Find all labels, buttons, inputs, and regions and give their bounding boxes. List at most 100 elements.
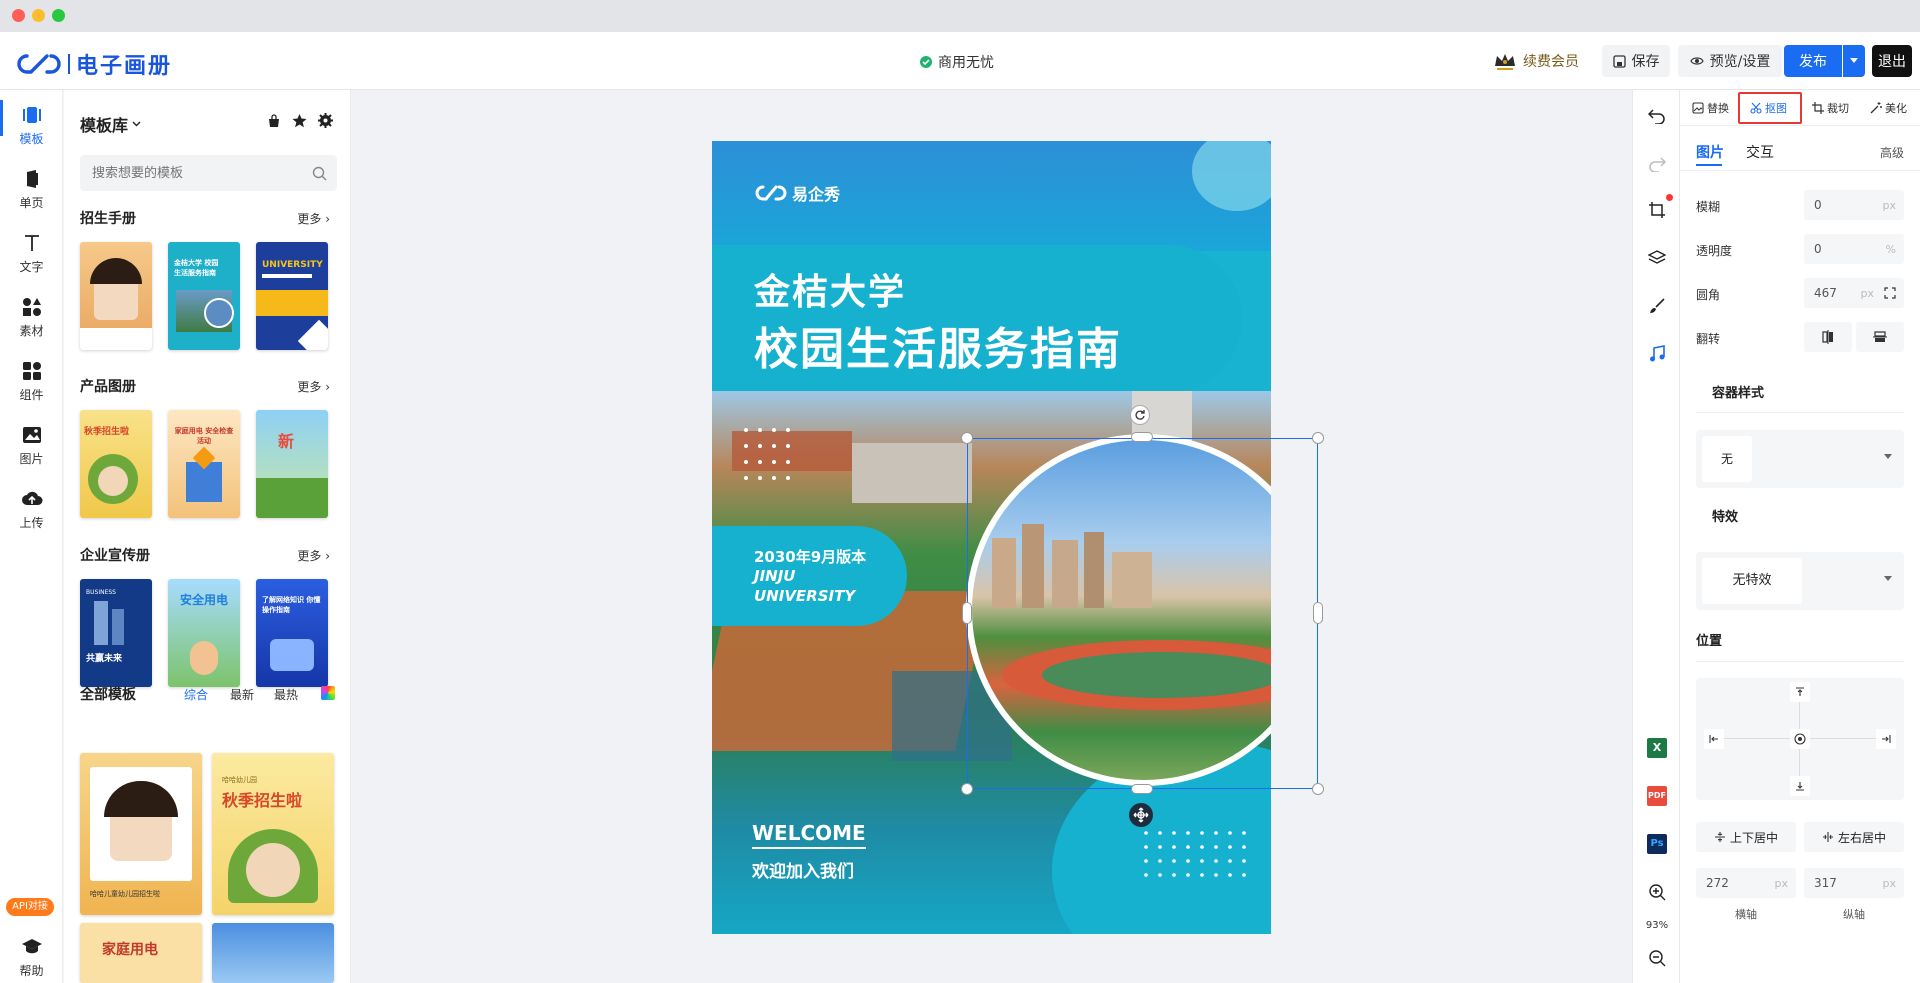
tab-interaction[interactable]: 交互: [1746, 142, 1774, 162]
nav-item-upload[interactable]: 上传: [0, 488, 63, 531]
align-top-button[interactable]: [1790, 682, 1810, 702]
nav-item-text[interactable]: 文字: [0, 232, 63, 275]
blur-input[interactable]: 0 px: [1804, 190, 1904, 220]
template-thumb[interactable]: 家庭用电 安全检查活动: [168, 410, 240, 518]
align-center-button[interactable]: [1790, 729, 1810, 749]
more-link[interactable]: 更多 ›: [297, 378, 330, 395]
pdf-button[interactable]: PDF: [1645, 784, 1669, 808]
resize-handle-br[interactable]: [1312, 783, 1324, 795]
resize-handle-top[interactable]: [1131, 432, 1153, 442]
poster-title-line1[interactable]: 金桔大学: [754, 263, 906, 315]
resize-handle-bl[interactable]: [961, 783, 973, 795]
more-link[interactable]: 更多 ›: [297, 547, 330, 564]
renew-member-button[interactable]: 续费会员: [1486, 45, 1586, 77]
x-position-input[interactable]: 272 px: [1696, 868, 1796, 898]
resize-handle-left[interactable]: [962, 602, 972, 624]
more-link[interactable]: 更多 ›: [297, 210, 330, 227]
crop-canvas-button[interactable]: [1645, 198, 1669, 222]
publish-button[interactable]: 发布: [1784, 45, 1842, 77]
redo-button[interactable]: [1645, 152, 1669, 176]
zoom-in-button[interactable]: [1645, 880, 1669, 904]
minimize-window-button[interactable]: [32, 9, 45, 22]
nav-item-material[interactable]: 素材: [0, 296, 63, 339]
nav-item-template[interactable]: 模板: [0, 104, 63, 147]
template-thumb[interactable]: BUSINESS 共赢未来: [80, 579, 152, 687]
template-thumb[interactable]: 秋季招生啦: [80, 410, 152, 518]
flip-horizontal-button[interactable]: [1804, 322, 1852, 352]
expand-icon[interactable]: [1884, 287, 1896, 299]
color-filter-icon[interactable]: [321, 686, 335, 700]
align-bottom-button[interactable]: [1790, 776, 1810, 796]
save-button[interactable]: 保存: [1602, 45, 1670, 77]
nav-item-page[interactable]: 单页: [0, 168, 63, 211]
api-badge[interactable]: API对接: [6, 898, 54, 916]
welcome-text[interactable]: WELCOME: [752, 821, 866, 849]
edition-text[interactable]: 2030年9月版本: [754, 546, 866, 567]
search-input[interactable]: [80, 155, 300, 191]
cutout-button[interactable]: 抠图: [1750, 100, 1787, 116]
poster-title-line2[interactable]: 校园生活服务指南: [754, 313, 1122, 377]
align-right-button[interactable]: [1876, 729, 1896, 749]
bag-icon[interactable]: [267, 114, 281, 128]
maximize-window-button[interactable]: [52, 9, 65, 22]
publish-dropdown-button[interactable]: [1843, 45, 1865, 77]
template-search[interactable]: [80, 155, 337, 191]
template-thumb-large[interactable]: 哈哈幼儿园 秋季招生啦: [212, 753, 334, 915]
template-thumb[interactable]: 新: [256, 410, 328, 518]
zoom-out-button[interactable]: [1645, 946, 1669, 970]
align-left-button[interactable]: [1704, 729, 1724, 749]
resize-handle-right[interactable]: [1313, 602, 1323, 624]
close-window-button[interactable]: [12, 9, 25, 22]
nav-item-help[interactable]: 帮助: [0, 936, 63, 979]
advanced-link[interactable]: 高级: [1880, 144, 1904, 161]
container-style-select[interactable]: 无: [1696, 430, 1904, 488]
exit-button[interactable]: 退出: [1872, 45, 1912, 77]
effect-value: 无特效: [1702, 558, 1802, 604]
excel-button[interactable]: X: [1645, 736, 1669, 760]
filter-comprehensive[interactable]: 综合: [184, 686, 208, 703]
search-icon[interactable]: [312, 166, 327, 181]
opacity-input[interactable]: 0%: [1804, 234, 1904, 264]
template-thumb[interactable]: 安全用电: [168, 579, 240, 687]
music-button[interactable]: [1645, 342, 1669, 366]
poster-page[interactable]: 易企秀 金桔大学 校园生活服务指南 2030年9月版本 JINJU UNIVER…: [712, 141, 1271, 934]
preview-settings-button[interactable]: 预览/设置: [1678, 45, 1782, 77]
brush-button[interactable]: [1645, 294, 1669, 318]
resize-handle-tr[interactable]: [1312, 432, 1324, 444]
template-thumb[interactable]: [80, 242, 152, 350]
filter-latest[interactable]: 最新: [230, 686, 254, 703]
resize-handle-tl[interactable]: [961, 432, 973, 444]
y-position-input[interactable]: 317 px: [1804, 868, 1904, 898]
crop-button[interactable]: 裁切: [1812, 100, 1849, 116]
app-logo[interactable]: 电子画册: [16, 48, 172, 80]
template-thumb[interactable]: UNIVERSITY: [256, 242, 328, 350]
effect-select[interactable]: 无特效: [1696, 552, 1904, 610]
flip-vertical-button[interactable]: [1856, 322, 1904, 352]
template-thumb-large[interactable]: [212, 923, 334, 983]
photoshop-button[interactable]: Ps: [1645, 832, 1669, 856]
welcome-cn-text[interactable]: 欢迎加入我们: [752, 857, 854, 882]
layers-button[interactable]: [1645, 246, 1669, 270]
nav-item-component[interactable]: 组件: [0, 360, 63, 403]
beautify-button[interactable]: 美化: [1870, 100, 1907, 116]
tab-image[interactable]: 图片: [1696, 142, 1724, 162]
university-en-line2[interactable]: UNIVERSITY: [754, 587, 855, 605]
template-thumb[interactable]: 金桔大学 校园生活服务指南: [168, 242, 240, 350]
move-handle[interactable]: [1129, 803, 1153, 827]
radius-input[interactable]: 467 px: [1804, 278, 1904, 308]
undo-button[interactable]: [1645, 104, 1669, 128]
rotate-handle[interactable]: [1130, 405, 1150, 425]
nav-item-image[interactable]: 图片: [0, 424, 63, 467]
resize-handle-bottom[interactable]: [1131, 784, 1153, 794]
star-icon[interactable]: [292, 113, 307, 128]
gear-icon[interactable]: [318, 113, 333, 128]
filter-hottest[interactable]: 最热: [274, 686, 298, 703]
replace-button[interactable]: 替换: [1692, 100, 1729, 116]
template-library-dropdown[interactable]: 模板库: [80, 112, 141, 136]
template-thumb-large[interactable]: 哈哈儿童幼儿园招生啦: [80, 753, 202, 915]
template-thumb[interactable]: 了解网络知识 你懂操作指南: [256, 579, 328, 687]
horizontal-center-button[interactable]: 左右居中: [1804, 822, 1904, 852]
template-thumb-large[interactable]: 家庭用电: [80, 923, 202, 983]
university-en-line1[interactable]: JINJU: [754, 567, 795, 585]
vertical-center-button[interactable]: 上下居中: [1696, 822, 1796, 852]
